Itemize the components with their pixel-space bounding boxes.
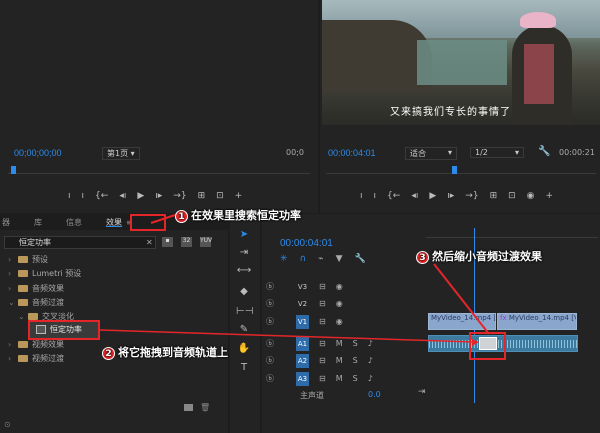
step-number: 2 [102,346,115,360]
annotation-text: 然后缩小音频过渡效果 [432,250,542,263]
annotation-text: 将它拖拽到音频轨道上 [118,346,228,359]
annotation-text: 在效果里搜索恒定功率 [191,209,301,222]
premiere-window: 00;00;00;00 第1页 ▾ 00;0 ı ı {← ◂ı ▶ ı▸ →}… [0,0,600,433]
arrow-line-1 [150,214,176,224]
arrow-head-2 [472,339,479,346]
arrow-line-3 [433,263,490,335]
arrow-line-2 [99,329,475,343]
step-number: 3 [416,250,429,264]
annotation-step-1: 1 在效果里搜索恒定功率 [175,207,301,223]
step-number: 1 [175,209,188,223]
annotation-step-3: 3 然后缩小音频过渡效果 [416,248,542,264]
annotation-step-2: 2 将它拖拽到音频轨道上 [102,344,228,360]
